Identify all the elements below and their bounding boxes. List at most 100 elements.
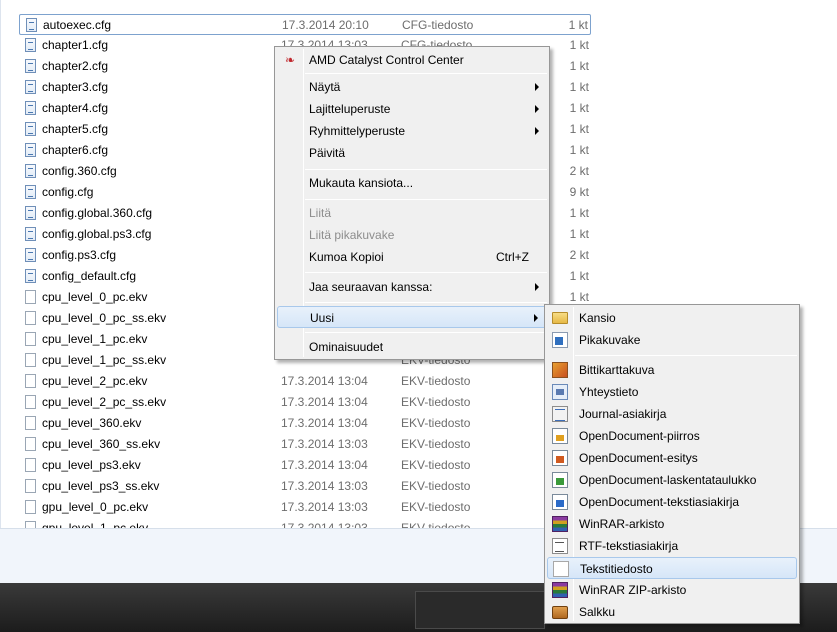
file-date: 17.3.2014 13:04 <box>281 458 368 472</box>
file-name: cpu_level_2_pc.ekv <box>42 374 148 388</box>
submenu-item-bitmap[interactable]: Bittikarttakuva <box>547 359 797 381</box>
amd-icon: ❧ <box>284 53 296 67</box>
file-type: EKV-tiedosto <box>401 416 471 430</box>
submenu-item-folder[interactable]: Kansio <box>547 307 797 329</box>
submenu-item-odp[interactable]: OpenDocument-esitys <box>547 447 797 469</box>
taskbar-button[interactable] <box>415 591 545 629</box>
file-name: chapter2.cfg <box>42 59 109 73</box>
file-name: config_default.cfg <box>42 269 137 283</box>
file-icon <box>25 395 36 409</box>
file-row[interactable]: cpu_level_ps3.ekv 17.3.2014 13:04 EKV-ti… <box>19 455 591 476</box>
rtf-icon <box>552 538 568 554</box>
file-size: 1 kt <box>569 101 589 115</box>
file-row[interactable]: cpu_level_ps3_ss.ekv 17.3.2014 13:03 EKV… <box>19 476 591 497</box>
file-name: cpu_level_0_pc.ekv <box>42 290 148 304</box>
submenu-arrow-icon <box>535 105 539 113</box>
ods-icon <box>552 472 568 488</box>
file-date: 17.3.2014 13:03 <box>281 500 368 514</box>
menu-item-paste[interactable]: Liitä <box>277 202 547 224</box>
file-name: chapter6.cfg <box>42 143 109 157</box>
file-icon <box>25 500 36 514</box>
file-name: config.ps3.cfg <box>42 248 117 262</box>
odp-icon <box>552 450 568 466</box>
file-date: 17.3.2014 13:04 <box>281 374 368 388</box>
file-type: EKV-tiedosto <box>401 521 471 528</box>
file-row[interactable]: gpu_level_1_pc.ekv 17.3.2014 13:03 EKV-t… <box>19 518 591 528</box>
file-row[interactable]: cpu_level_360_ss.ekv 17.3.2014 13:03 EKV… <box>19 434 591 455</box>
menu-item-sort[interactable]: Lajitteluperuste <box>277 98 547 120</box>
menu-item-new[interactable]: Uusi <box>277 306 547 328</box>
file-icon <box>25 416 36 430</box>
file-date: 17.3.2014 13:04 <box>281 416 368 430</box>
menu-item-refresh[interactable]: Päivitä <box>277 142 547 164</box>
submenu-item-briefcase[interactable]: Salkku <box>547 601 797 623</box>
submenu-item-odt[interactable]: OpenDocument-tekstiasiakirja <box>547 491 797 513</box>
submenu-item-rtf[interactable]: RTF-tekstiasiakirja <box>547 535 797 557</box>
file-size: 1 kt <box>568 18 588 32</box>
file-icon <box>25 311 36 325</box>
menu-item-customize-folder[interactable]: Mukauta kansiota... <box>277 172 547 194</box>
file-name: cpu_level_360.ekv <box>42 416 142 430</box>
file-type: EKV-tiedosto <box>401 395 471 409</box>
menu-item-group[interactable]: Ryhmittelyperuste <box>277 120 547 142</box>
cfg-file-icon <box>25 59 36 73</box>
cfg-file-icon <box>25 101 36 115</box>
file-name: config.global.360.cfg <box>42 206 153 220</box>
submenu-item-ods[interactable]: OpenDocument-laskentataulukko <box>547 469 797 491</box>
file-icon <box>25 521 36 528</box>
submenu-item-shortcut[interactable]: Pikakuvake <box>547 329 797 351</box>
menu-separator <box>575 355 797 356</box>
menu-item-amd-catalyst[interactable]: ❧ AMD Catalyst Control Center <box>277 49 547 71</box>
submenu-item-winrar-zip[interactable]: WinRAR ZIP-arkisto <box>547 579 797 601</box>
file-icon <box>25 374 36 388</box>
file-name: chapter4.cfg <box>42 101 109 115</box>
file-type: EKV-tiedosto <box>401 479 471 493</box>
file-row[interactable]: cpu_level_2_pc_ss.ekv 17.3.2014 13:04 EK… <box>19 392 591 413</box>
file-name: cpu_level_360_ss.ekv <box>42 437 161 451</box>
cfg-file-icon <box>25 269 36 283</box>
file-name: autoexec.cfg <box>43 18 112 32</box>
file-size: 2 kt <box>569 248 589 262</box>
cfg-file-icon <box>25 38 36 52</box>
shortcut-label: Ctrl+Z <box>496 250 529 264</box>
menu-item-properties[interactable]: Ominaisuudet <box>277 336 547 358</box>
submenu-arrow-icon <box>535 127 539 135</box>
bitmap-icon <box>552 362 568 378</box>
file-row[interactable]: cpu_level_2_pc.ekv 17.3.2014 13:04 EKV-t… <box>19 371 591 392</box>
file-name: gpu_level_1_pc.ekv <box>42 521 149 528</box>
file-date: 17.3.2014 13:03 <box>281 437 368 451</box>
submenu-item-text-file[interactable]: Tekstitiedosto <box>547 557 797 579</box>
shortcut-icon <box>552 332 568 348</box>
file-name: config.global.ps3.cfg <box>42 227 152 241</box>
file-size: 9 kt <box>569 185 589 199</box>
file-row[interactable]: cpu_level_360.ekv 17.3.2014 13:04 EKV-ti… <box>19 413 591 434</box>
context-menu: ❧ AMD Catalyst Control Center Näytä Laji… <box>274 46 550 360</box>
submenu-item-odg[interactable]: OpenDocument-piirros <box>547 425 797 447</box>
menu-item-share-with[interactable]: Jaa seuraavan kanssa: <box>277 276 547 298</box>
menu-item-paste-shortcut[interactable]: Liitä pikakuvake <box>277 224 547 246</box>
submenu-item-journal[interactable]: Journal-asiakirja <box>547 403 797 425</box>
file-row[interactable]: gpu_level_0_pc.ekv 17.3.2014 13:03 EKV-t… <box>19 497 591 518</box>
new-submenu: Kansio Pikakuvake Bittikarttakuva Yhteys… <box>544 304 800 624</box>
menu-separator <box>305 272 547 273</box>
file-icon <box>25 479 36 493</box>
file-icon <box>25 353 36 367</box>
folder-icon <box>552 312 568 324</box>
menu-separator <box>305 302 547 303</box>
submenu-item-contact[interactable]: Yhteystieto <box>547 381 797 403</box>
menu-item-view[interactable]: Näytä <box>277 76 547 98</box>
file-row[interactable]: autoexec.cfg 17.3.2014 20:10 CFG-tiedost… <box>19 14 591 35</box>
text-file-icon <box>553 561 569 577</box>
briefcase-icon <box>552 606 568 619</box>
odt-icon <box>552 494 568 510</box>
file-size: 1 kt <box>569 59 589 73</box>
submenu-item-winrar[interactable]: WinRAR-arkisto <box>547 513 797 535</box>
file-icon <box>25 332 36 346</box>
menu-item-undo-copy[interactable]: Kumoa Kopioi Ctrl+Z <box>277 246 547 268</box>
file-size: 1 kt <box>569 122 589 136</box>
submenu-arrow-icon <box>534 314 538 322</box>
file-icon <box>25 437 36 451</box>
contact-icon <box>552 384 568 400</box>
file-size: 1 kt <box>569 227 589 241</box>
file-date: 17.3.2014 20:10 <box>282 18 369 32</box>
